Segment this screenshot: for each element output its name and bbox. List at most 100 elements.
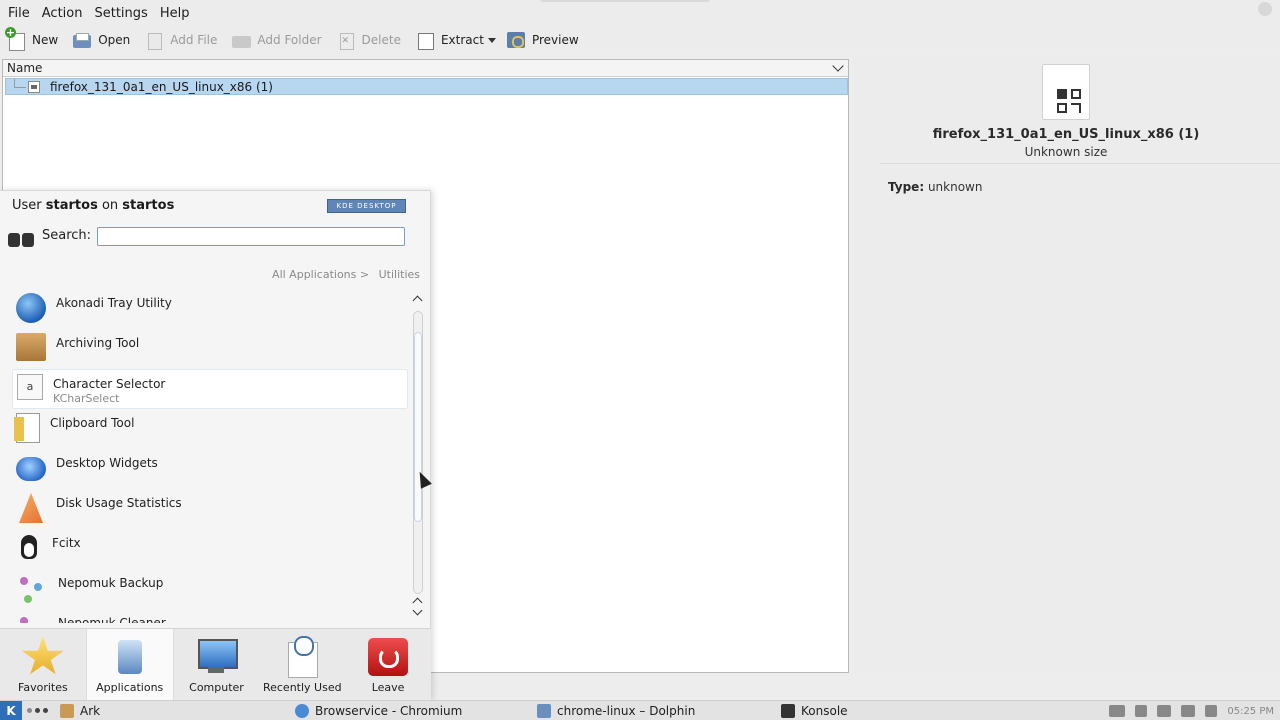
app-name: Disk Usage Statistics [56, 496, 182, 510]
clipboard-tray-icon[interactable] [1205, 705, 1218, 717]
menu-help[interactable]: Help [154, 6, 196, 21]
tab-label: Applications [96, 681, 164, 694]
app-name: Archiving Tool [56, 336, 140, 350]
breadcrumb-all-applications[interactable]: All Applications > [266, 268, 369, 281]
search-input[interactable] [97, 227, 405, 246]
app-name: Clipboard Tool [50, 416, 135, 430]
add-folder-icon [231, 30, 252, 50]
file-row[interactable]: firefox_131_0a1_en_US_linux_x86 (1) [5, 78, 848, 95]
nepomuk-icon [16, 573, 48, 603]
info-type-value: unknown [927, 180, 983, 194]
preview-label: Preview [531, 33, 579, 47]
window-title-remnant [540, 0, 710, 2]
add-file-icon [144, 30, 164, 50]
task-label: Browservice - Chromium [315, 703, 463, 718]
scroll-thumb[interactable] [414, 332, 422, 522]
star-icon [21, 636, 65, 675]
list-item-fcitx[interactable]: Fcitx [12, 529, 408, 569]
tab-recently-used[interactable]: Recently Used [259, 629, 345, 701]
list-item-clipboard-tool[interactable]: Clipboard Tool [12, 409, 408, 449]
binoculars-icon [6, 225, 36, 251]
list-item-character-selector[interactable]: a Character Selector KCharSelect [12, 369, 408, 409]
task-chromium[interactable]: Browservice - Chromium [295, 701, 537, 720]
tab-applications[interactable]: Applications [85, 629, 174, 701]
extract-button[interactable]: Extract [409, 28, 492, 52]
tab-label: Computer [189, 681, 244, 694]
toolbar: New Open Add File Add Folder Delete Extr… [0, 26, 1280, 54]
pager-icon[interactable] [22, 708, 52, 713]
clock-document-icon [280, 636, 324, 678]
info-type-label: Type: [888, 180, 925, 194]
add-file-button[interactable]: Add File [138, 28, 225, 52]
delete-button[interactable]: Delete [330, 28, 409, 52]
tab-label: Favorites [18, 681, 68, 694]
extract-icon [415, 30, 435, 50]
disk-usage-icon [19, 493, 43, 523]
delete-icon [336, 30, 356, 50]
info-divider [880, 163, 1280, 164]
user-name: startos [45, 198, 98, 213]
list-item-desktop-widgets[interactable]: Desktop Widgets [12, 449, 408, 489]
app-name: Nepomuk Cleaner [58, 616, 166, 623]
task-ark[interactable]: Ark [60, 701, 295, 720]
open-button[interactable]: Open [66, 28, 138, 52]
task-label: Ark [80, 703, 101, 718]
input-method-icon[interactable] [1135, 705, 1148, 717]
file-type-icon [28, 80, 40, 93]
list-item-nepomuk-backup[interactable]: Nepomuk Backup [12, 569, 408, 609]
application-launcher-menu: User startos on startos KDE DESKTOP Sear… [0, 190, 431, 701]
list-item-akonadi-tray-utility[interactable]: Akonadi Tray Utility [12, 289, 408, 329]
box-icon [16, 333, 46, 361]
power-icon [366, 636, 410, 678]
kde-menu-button[interactable]: K [0, 700, 22, 720]
network-icon[interactable] [1181, 705, 1196, 717]
volume-icon[interactable] [1157, 705, 1172, 717]
new-archive-icon [5, 27, 26, 51]
menu-settings[interactable]: Settings [88, 6, 153, 21]
preview-button[interactable]: Preview [500, 28, 587, 52]
column-name-label: Name [7, 61, 43, 75]
scroll-up-icon[interactable] [412, 295, 423, 306]
globe-icon [16, 293, 46, 323]
app-name: Nepomuk Backup [58, 576, 164, 590]
info-type: Type: unknown [888, 180, 982, 194]
keyboard-icon[interactable] [1109, 705, 1126, 717]
add-folder-button[interactable]: Add Folder [225, 28, 329, 52]
scroll-down-icon[interactable] [412, 597, 423, 608]
app-name: Character Selector [53, 377, 166, 391]
char-icon: a [17, 374, 43, 400]
system-tray: 05:25 PM [1109, 701, 1280, 720]
column-header-name[interactable]: Name [3, 60, 848, 77]
info-panel: firefox_131_0a1_en_US_linux_x86 (1) Unkn… [852, 56, 1280, 674]
open-label: Open [98, 33, 131, 47]
app-name: Fcitx [52, 536, 81, 550]
task-dolphin[interactable]: chrome-linux – Dolphin [537, 701, 781, 720]
clock[interactable]: 05:25 PM [1227, 706, 1274, 717]
user-prefix: User [12, 198, 42, 213]
konsole-icon [781, 703, 795, 718]
application-list: Akonadi Tray Utility Archiving Tool a Ch… [12, 289, 408, 623]
tab-computer[interactable]: Computer [174, 629, 260, 701]
user-on: on [101, 198, 119, 213]
new-button[interactable]: New [0, 27, 66, 52]
tab-favorites[interactable]: Favorites [0, 629, 86, 701]
list-item-archiving-tool[interactable]: Archiving Tool [12, 329, 408, 369]
nepomuk-icon [16, 613, 48, 623]
breadcrumb-utilities[interactable]: Utilities [373, 268, 420, 281]
window-close-icon[interactable] [1258, 2, 1272, 16]
kde-desktop-logo: KDE DESKTOP [327, 199, 406, 213]
host-name: startos [122, 198, 175, 213]
sort-chevron-down-icon[interactable] [832, 60, 844, 72]
search-label: Search: [42, 228, 92, 243]
tab-leave[interactable]: Leave [345, 629, 431, 701]
list-item-disk-usage-statistics[interactable]: Disk Usage Statistics [12, 489, 408, 529]
penguin-icon [16, 533, 42, 563]
extract-dropdown-icon[interactable] [487, 37, 496, 43]
menu-file[interactable]: File [2, 6, 36, 21]
menubar: File Action Settings Help [0, 0, 1280, 26]
application-list-scrollbar[interactable] [411, 294, 425, 622]
task-konsole[interactable]: Konsole [781, 701, 848, 720]
menu-action[interactable]: Action [36, 6, 89, 21]
list-item-nepomuk-cleaner[interactable]: Nepomuk Cleaner [12, 609, 408, 623]
file-name: firefox_131_0a1_en_US_linux_x86 (1) [50, 79, 273, 94]
